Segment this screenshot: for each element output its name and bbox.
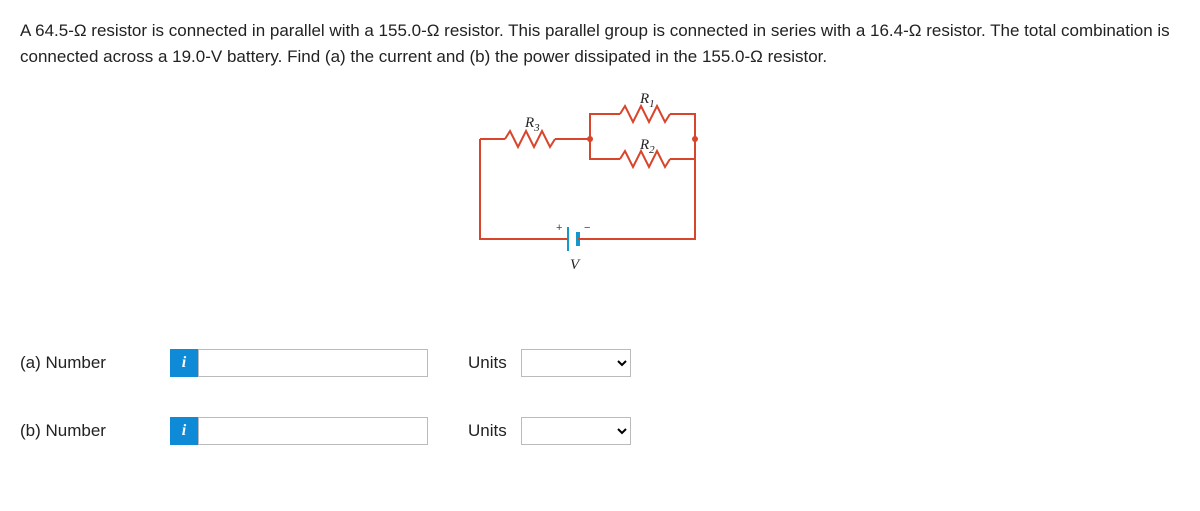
part-b-units-select[interactable] <box>521 417 631 445</box>
part-b-row: (b) Number i Units <box>20 417 1180 445</box>
part-a-row: (a) Number i Units <box>20 349 1180 377</box>
svg-text:+: + <box>556 222 562 234</box>
part-a-number-input[interactable] <box>198 349 428 377</box>
part-a-label: (a) Number <box>20 353 170 373</box>
part-a-units-label: Units <box>468 353 507 373</box>
svg-text:V: V <box>570 257 581 273</box>
question-text: A 64.5-Ω resistor is connected in parall… <box>20 18 1180 69</box>
part-a-units-select[interactable] <box>521 349 631 377</box>
part-b-number-input[interactable] <box>198 417 428 445</box>
info-icon[interactable]: i <box>170 349 198 377</box>
svg-text:−: − <box>584 222 590 234</box>
circuit-diagram: R3 R1 R2 V + − <box>20 89 1180 289</box>
info-icon[interactable]: i <box>170 417 198 445</box>
part-b-units-label: Units <box>468 421 507 441</box>
part-b-label: (b) Number <box>20 421 170 441</box>
